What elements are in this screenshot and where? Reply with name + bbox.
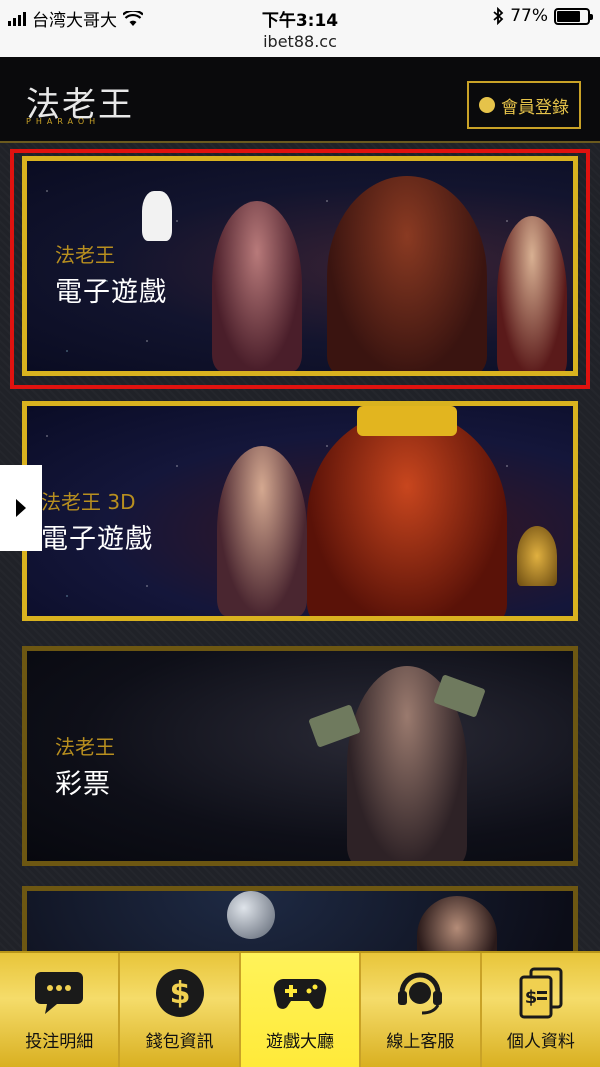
nav-label: 線上客服	[386, 1032, 455, 1052]
headset-icon	[392, 967, 448, 1019]
hat-figure	[357, 406, 457, 436]
card-3d-slot-games[interactable]: 法老王 3D 電子遊戲	[22, 401, 578, 621]
nav-label: 個人資料	[506, 1032, 575, 1052]
nav-wallet[interactable]: $ 錢包資訊	[120, 953, 241, 1067]
nav-profile[interactable]: $ 個人資料	[482, 953, 600, 1067]
dollar-icon: $	[152, 967, 208, 1019]
user-icon	[479, 97, 495, 113]
card-title: 彩票	[55, 769, 111, 800]
bottom-nav: 投注明細 $ 錢包資訊 遊戲大廳 線上客服 $ 個人資料	[0, 951, 600, 1067]
nav-label: 錢包資訊	[145, 1032, 214, 1052]
bluetooth-icon	[493, 7, 504, 25]
nav-customer-service[interactable]: 線上客服	[361, 953, 482, 1067]
card-subtitle: 法老王 3D	[41, 490, 136, 514]
triangle-right-icon	[16, 499, 26, 517]
documents-icon: $	[513, 967, 569, 1019]
status-bar: 台湾大哥大 下午3:14 77% ibet88.cc	[0, 0, 600, 57]
nav-label: 投注明細	[25, 1032, 94, 1052]
battery-percent: 77%	[510, 6, 548, 26]
svg-text:$: $	[169, 976, 190, 1011]
nav-bet-details[interactable]: 投注明細	[0, 953, 121, 1067]
card-next[interactable]	[22, 886, 578, 953]
selection-highlight	[10, 149, 590, 389]
card-lottery[interactable]: 法老王 彩票	[22, 646, 578, 866]
svg-text:$: $	[525, 987, 538, 1008]
pharaoh-figure	[517, 526, 557, 586]
site-header: 法老王 PHARAOH 會員登錄	[0, 57, 600, 143]
logo-subtitle: PHARAOH	[26, 117, 101, 126]
nav-game-lobby[interactable]: 遊戲大廳	[240, 953, 362, 1067]
chat-bubble-icon	[31, 967, 87, 1019]
battery-icon	[554, 7, 593, 25]
url-bar[interactable]: ibet88.cc	[0, 32, 600, 51]
card-subtitle: 法老王	[55, 735, 115, 759]
login-label: 會員登錄	[501, 97, 569, 118]
dancer-figure	[217, 446, 307, 616]
god-of-wealth-figure	[307, 411, 507, 616]
ball-icon	[227, 891, 275, 939]
nav-label: 遊戲大廳	[266, 1032, 335, 1052]
gamepad-icon	[272, 967, 328, 1019]
member-login-button[interactable]: 會員登錄	[467, 81, 581, 129]
side-drawer-toggle[interactable]	[0, 465, 42, 551]
card-title: 電子遊戲	[41, 524, 153, 555]
game-list: 法老王 電子遊戲 法老王 3D 電子遊戲 法老王 彩票	[0, 143, 600, 953]
